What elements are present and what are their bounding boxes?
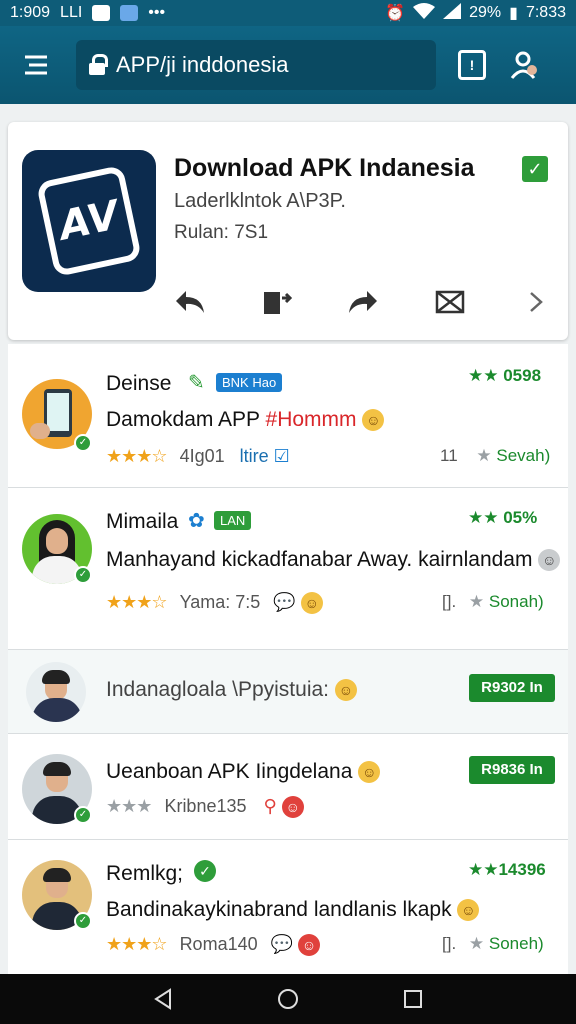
star-rating: ★★★ [106,796,152,816]
wifi-icon [413,2,436,24]
battery-percent: 29% [469,4,502,21]
status-time: 1:909 [10,4,51,21]
rating-score: ★★ 05% [468,508,538,527]
smile-icon: ☺ [457,899,480,922]
recents-icon[interactable] [393,979,433,1019]
online-status-icon: ✓ [74,434,92,452]
app-meta: Rulan: 7S1 [174,222,269,243]
post-meta: ★★★☆ 4Ig01 ltire ☑ [106,446,290,466]
battery-icon: ▮ [509,5,518,22]
system-nav-bar [0,974,576,1024]
app-subtitle: Laderlklntok A\P3P. [174,190,346,212]
menu-icon[interactable] [14,43,58,87]
online-status-icon: ✓ [74,912,92,930]
post-title: Indanagloala \Ppyistuia: ☺ [106,678,357,702]
forward-icon[interactable] [341,280,385,324]
post-title: Manhayand kickadfanabar Away. kairnlanda… [106,548,561,572]
status-bar: 1:909 LLI ••• ⏰ 29% ▮ 7:833 [0,0,576,26]
rating-score: ★★ 0598 [468,366,542,385]
emoji-icon: ☺ [334,679,357,702]
star-rating: ★★★☆ [106,446,168,466]
leaf-icon: ✎ [188,372,205,394]
post-list: ✓ Deinse ✎ BNK Hao ★★ 0598 Damokdam APP … [8,344,568,974]
chat-icon: 💬 [270,934,294,954]
chevron-right-icon[interactable] [514,280,558,324]
star-icon: ★ [476,446,492,465]
post-meta: ★★★☆ Yama: 7:5 💬 ☺ [106,592,323,615]
profile-icon[interactable] [502,43,546,87]
mail-icon[interactable] [428,280,472,324]
face-icon: ☺ [298,934,321,957]
browser-toolbar: APP/ji inddonesia ! [0,26,576,104]
post-right-meta: []. ★ Soneh) [442,934,544,953]
more-notifications-icon: ••• [148,4,166,21]
author-name: Mimaila [106,510,179,533]
app-card[interactable]: AV Download APK Indanesia ✓ Laderlklntok… [8,122,568,340]
smile-icon: ☺ [300,592,323,615]
post-title: Damokdam APP #Hommm ☺ [106,408,385,432]
rating-score: ★★14396 [468,860,546,879]
online-status-icon: ✓ [74,806,92,824]
author-name: Remlkg; [106,862,184,885]
list-item[interactable]: Indanagloala \Ppyistuia: ☺ R9302 In [8,650,568,734]
list-item[interactable]: ✓ Deinse ✎ BNK Hao ★★ 0598 Damokdam APP … [8,344,568,488]
price-badge[interactable]: R9302 In [469,674,555,702]
post-meta: ★★★☆ Roma140 💬 ☺ [106,934,321,957]
url-text: APP/ji inddonesia [116,52,289,77]
face-icon: ☺ [538,549,561,572]
post-right-meta: []. ★ Sonah) [442,592,544,611]
status-badge: LAN [214,511,252,530]
list-item[interactable]: ✓ Ueanboan APK Iingdelana ☺ R9836 In ★★★… [8,734,568,840]
alarm-icon: ⏰ [385,5,406,22]
check-icon: ✓ [522,156,548,182]
url-bar[interactable]: APP/ji inddonesia [76,40,436,90]
smile-icon: ☺ [358,761,381,784]
price-badge[interactable]: R9836 In [469,756,555,784]
notification-icon [92,5,111,21]
list-item[interactable]: ✓ Remlkg; ✓ ★★14396 Bandinakaykinabrand … [8,840,568,974]
post-title: Ueanboan APK Iingdelana ☺ [106,760,381,784]
app-title: Download APK Indanesia [174,154,475,182]
verified-icon: ✓ [194,860,216,882]
avatar [26,662,86,722]
post-right-meta: 11 ★ Sevah) [440,446,551,465]
verified-icon: ✿ [188,510,205,532]
app-logo: AV [22,150,156,292]
status-time-right: 7:833 [525,4,566,21]
status-badge: BNK Hao [216,373,283,392]
signal-icon [443,2,462,24]
transfer-icon[interactable] [255,280,299,324]
app-notification-icon [120,5,139,21]
app-logo-mark: AV [35,164,143,278]
smile-icon: ☺ [362,409,385,432]
reply-icon[interactable] [168,280,212,324]
star-icon: ★ [468,934,485,953]
lock-icon [88,54,108,76]
list-item[interactable]: ✓ Mimaila ✿ LAN ★★ 05% Manhayand kickadf… [8,488,568,650]
status-carrier: LLI [60,4,83,21]
post-title: Bandinakaykinabrand landlanis lkapk ☺ [106,898,480,922]
star-rating: ★★★☆ [106,934,168,954]
chat-icon: 💬 [273,592,296,612]
home-icon[interactable] [268,979,308,1019]
online-status-icon: ✓ [74,566,92,584]
star-icon: ★ [468,592,485,611]
pin-icon: ⚲ [263,796,277,816]
app-actions [168,280,558,324]
post-meta: ★★★ Kribne135 ⚲ ☺ [106,796,304,819]
star-rating: ★★★☆ [106,592,168,612]
tabs-button[interactable]: ! [458,50,486,80]
back-icon[interactable] [143,979,183,1019]
check-square-icon: ☑ [273,446,290,466]
face-icon: ☺ [281,796,304,819]
author-name: Deinse [106,372,172,395]
